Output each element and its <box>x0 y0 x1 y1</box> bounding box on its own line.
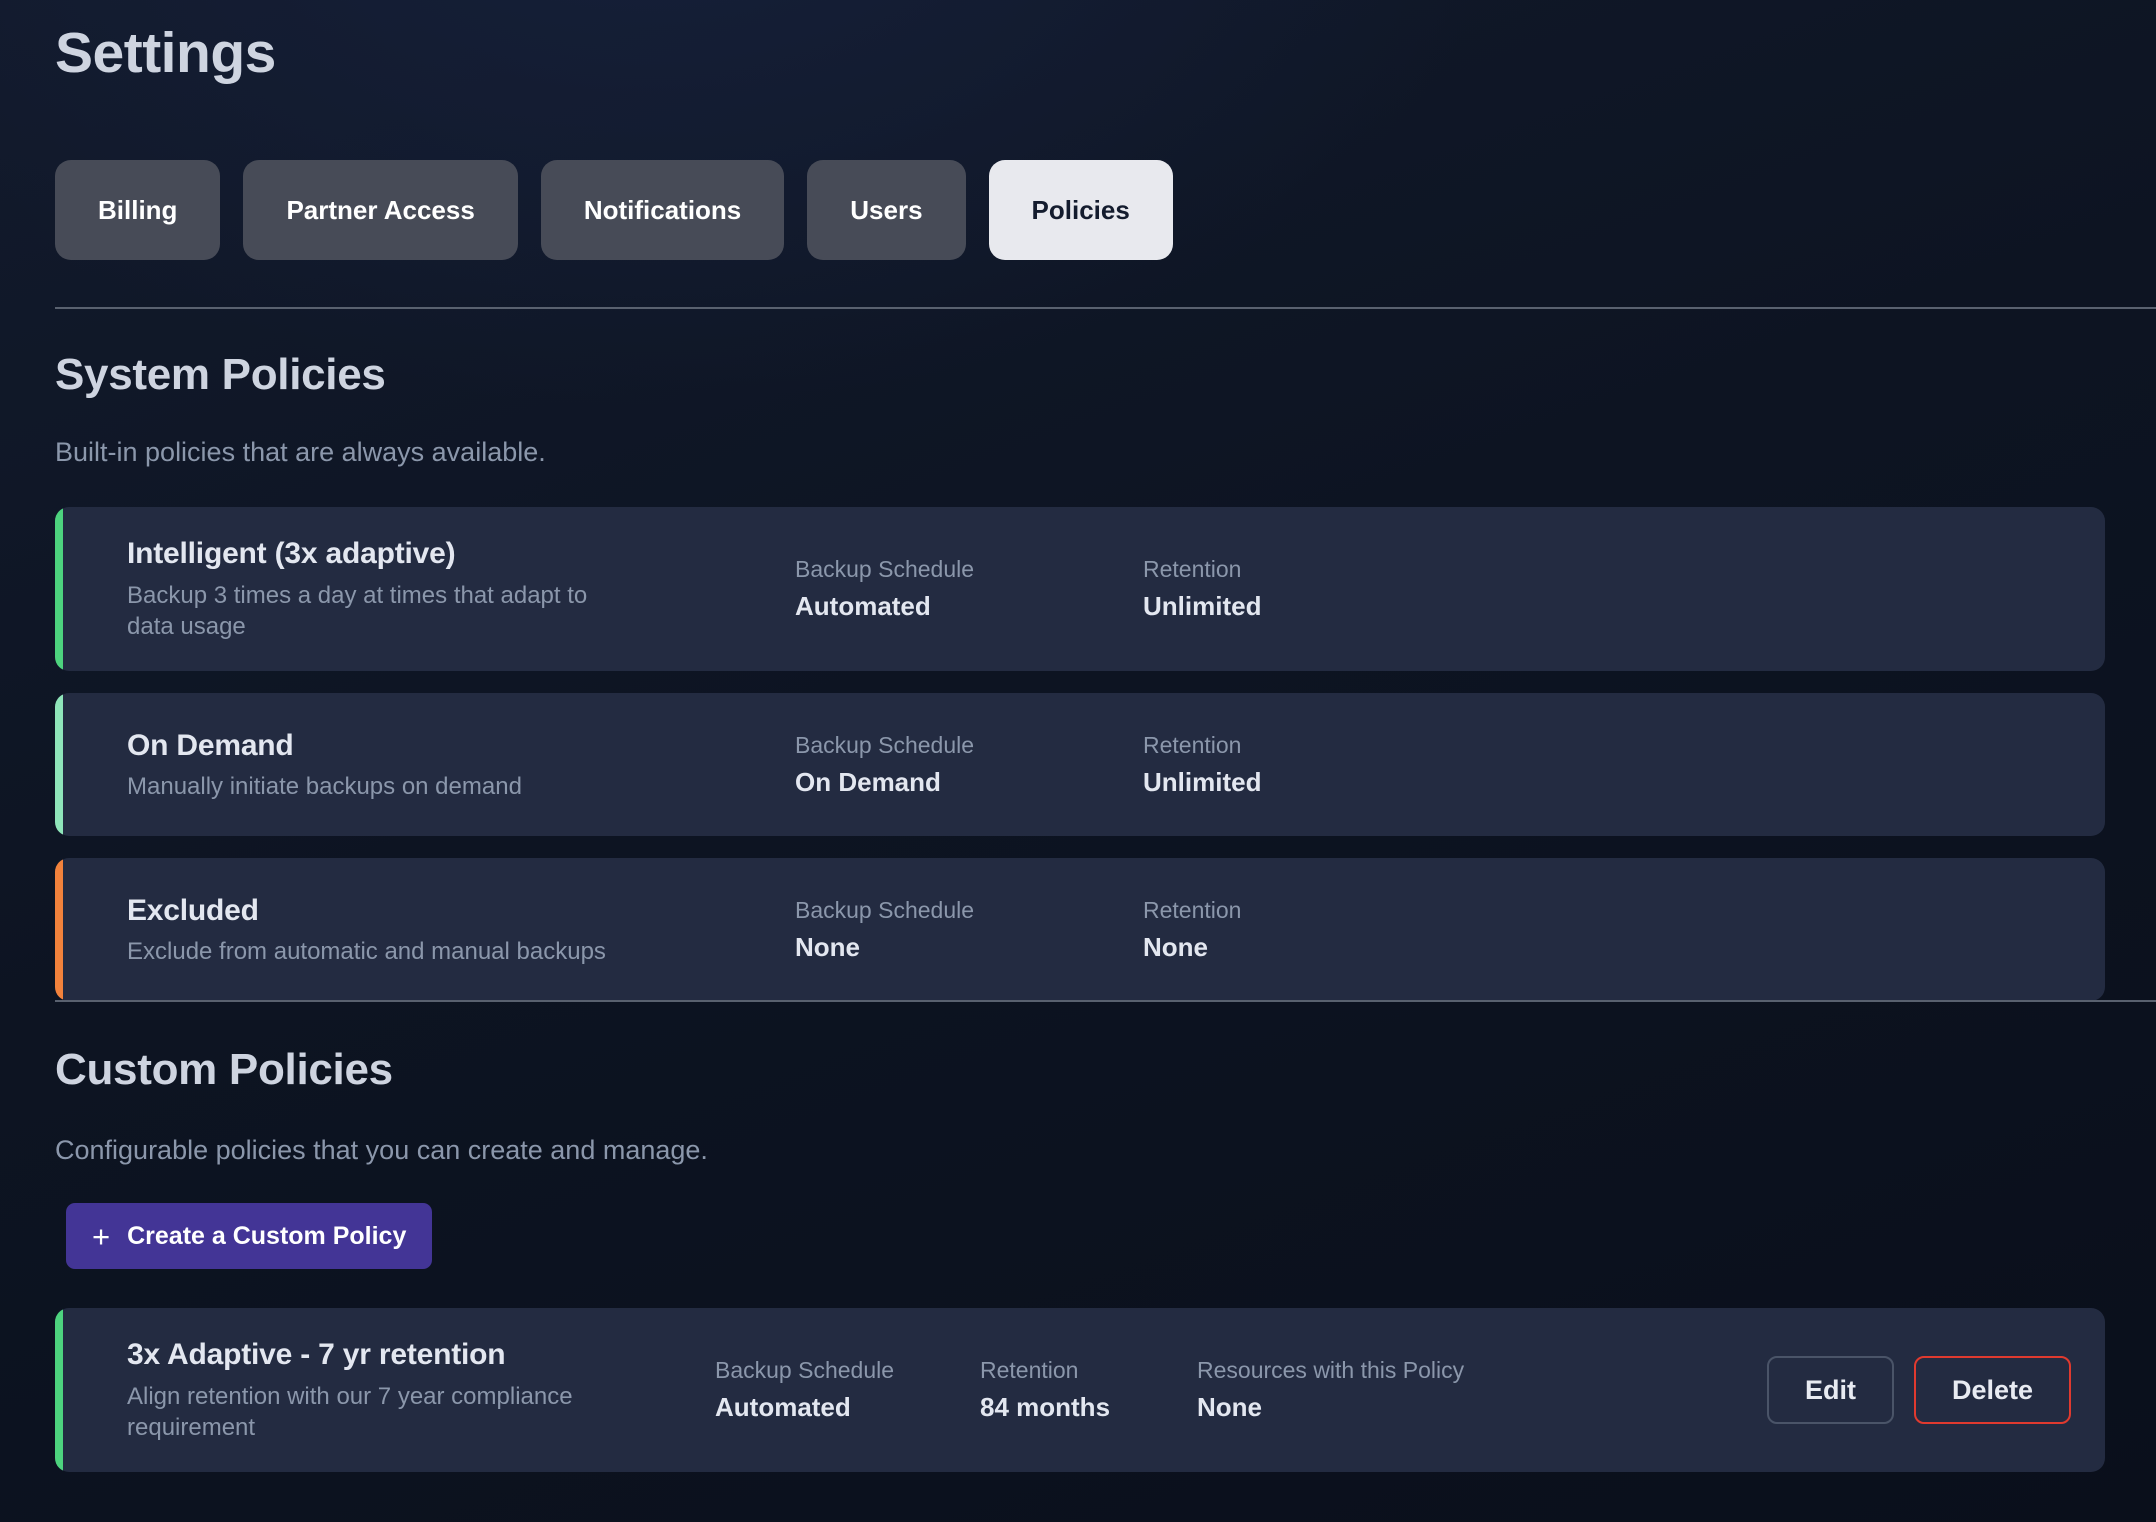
policy-name: Intelligent (3x adaptive) <box>127 537 456 570</box>
custom-policies-heading: Custom Policies <box>55 1045 393 1094</box>
policy-card: Excluded Exclude from automatic and manua… <box>55 858 2105 1002</box>
tab-label: Notifications <box>583 194 742 225</box>
system-policies-heading: System Policies <box>55 350 386 399</box>
policy-fields: Backup Schedule On Demand Retention Unlimit… <box>795 732 1491 798</box>
create-custom-policy-button[interactable]: + Create a Custom Policy <box>66 1203 433 1269</box>
policy-name: On Demand <box>127 728 294 762</box>
policy-field: Retention Unlimited <box>1143 556 1491 622</box>
policy-field-value: On Demand <box>795 766 941 797</box>
delete-policy-button[interactable]: Delete <box>1913 1356 2071 1425</box>
policy-fields: Backup Schedule Automated Retention 84 mont… <box>715 1357 1497 1423</box>
tab-label: Policies <box>1031 194 1130 225</box>
policy-card-main: 3x Adaptive - 7 yr retention Align retent… <box>55 1308 715 1472</box>
policy-description: Align retention with our 7 year complian… <box>127 1382 573 1442</box>
policy-field: Backup Schedule None <box>795 897 1143 963</box>
policy-field: Retention None <box>1143 897 1491 963</box>
policy-field: Backup Schedule On Demand <box>795 732 1143 798</box>
policy-field: Backup Schedule Automated <box>795 556 1143 622</box>
system-policy-list: Intelligent (3x adaptive) Backup 3 times … <box>55 507 2105 1002</box>
edit-policy-button[interactable]: Edit <box>1766 1356 1894 1425</box>
policy-field-value: Unlimited <box>1143 766 1262 797</box>
policy-field-value: 84 months <box>980 1391 1111 1422</box>
policy-field: Resources with this Policy None <box>1197 1357 1497 1423</box>
policy-name: Excluded <box>127 893 259 927</box>
tab-label: Billing <box>98 194 178 225</box>
policy-field-label: Backup Schedule <box>795 556 975 583</box>
policy-card-main: On Demand Manually initiate backups on de… <box>55 699 795 831</box>
divider-top <box>55 307 2156 309</box>
policy-field-value: None <box>1143 931 1208 962</box>
policy-description: Manually initiate backups on demand <box>127 773 522 801</box>
policy-card: 3x Adaptive - 7 yr retention Align retent… <box>55 1308 2105 1473</box>
create-custom-policy-label: Create a Custom Policy <box>127 1221 407 1250</box>
policy-field-value: Automated <box>795 590 931 621</box>
policy-field-label: Retention <box>980 1357 1079 1384</box>
policy-field: Retention Unlimited <box>1143 732 1491 798</box>
policy-field-label: Backup Schedule <box>715 1357 895 1384</box>
policy-fields: Backup Schedule None Retention None <box>795 897 1491 963</box>
tab-partner-access[interactable]: Partner Access <box>243 160 518 260</box>
policy-field-label: Resources with this Policy <box>1197 1357 1465 1384</box>
page-title: Settings <box>55 21 276 85</box>
policy-actions: Edit Delete <box>1766 1356 2071 1425</box>
policy-field-label: Retention <box>1143 732 1242 759</box>
policy-card-main: Intelligent (3x adaptive) Backup 3 times … <box>55 507 795 671</box>
policy-accent-bar <box>55 693 63 837</box>
settings-page: Settings Billing Partner Access Notificati… <box>0 0 2156 1522</box>
divider-middle <box>55 1000 2156 1002</box>
tab-notifications[interactable]: Notifications <box>540 160 785 260</box>
policy-field: Retention 84 months <box>980 1357 1197 1423</box>
custom-policies-subtitle: Configurable policies that you can creat… <box>55 1135 708 1165</box>
policy-card: On Demand Manually initiate backups on de… <box>55 693 2105 837</box>
policy-field-value: Automated <box>715 1391 851 1422</box>
policy-field: Backup Schedule Automated <box>715 1357 980 1423</box>
policy-accent-bar <box>55 507 63 672</box>
policy-field-label: Retention <box>1143 897 1242 924</box>
policy-field-label: Backup Schedule <box>795 732 975 759</box>
tab-label: Users <box>850 194 923 225</box>
policy-description: Backup 3 times a day at times that adapt… <box>127 581 588 641</box>
tab-label: Partner Access <box>286 194 475 225</box>
policy-accent-bar <box>55 1308 63 1473</box>
plus-icon: + <box>92 1218 111 1254</box>
policy-accent-bar <box>55 858 63 1002</box>
policy-description: Exclude from automatic and manual backup… <box>127 938 606 966</box>
policy-name: 3x Adaptive - 7 yr retention <box>127 1338 506 1371</box>
custom-policy-list: 3x Adaptive - 7 yr retention Align retent… <box>55 1308 2105 1473</box>
tab-users[interactable]: Users <box>807 160 966 260</box>
policy-field-value: None <box>1197 1391 1262 1422</box>
policy-field-value: Unlimited <box>1143 590 1262 621</box>
tab-policies[interactable]: Policies <box>988 160 1173 260</box>
policy-field-label: Retention <box>1143 556 1242 583</box>
policy-card-main: Excluded Exclude from automatic and manua… <box>55 864 795 996</box>
policy-fields: Backup Schedule Automated Retention Unlimit… <box>795 556 1491 622</box>
system-policies-subtitle: Built-in policies that are always availa… <box>55 437 546 467</box>
policy-field-label: Backup Schedule <box>795 897 975 924</box>
tab-billing[interactable]: Billing <box>55 160 221 260</box>
policy-card: Intelligent (3x adaptive) Backup 3 times … <box>55 507 2105 672</box>
settings-tab-bar: Billing Partner Access Notifications Users P… <box>55 160 1173 260</box>
policy-field-value: None <box>795 931 860 962</box>
